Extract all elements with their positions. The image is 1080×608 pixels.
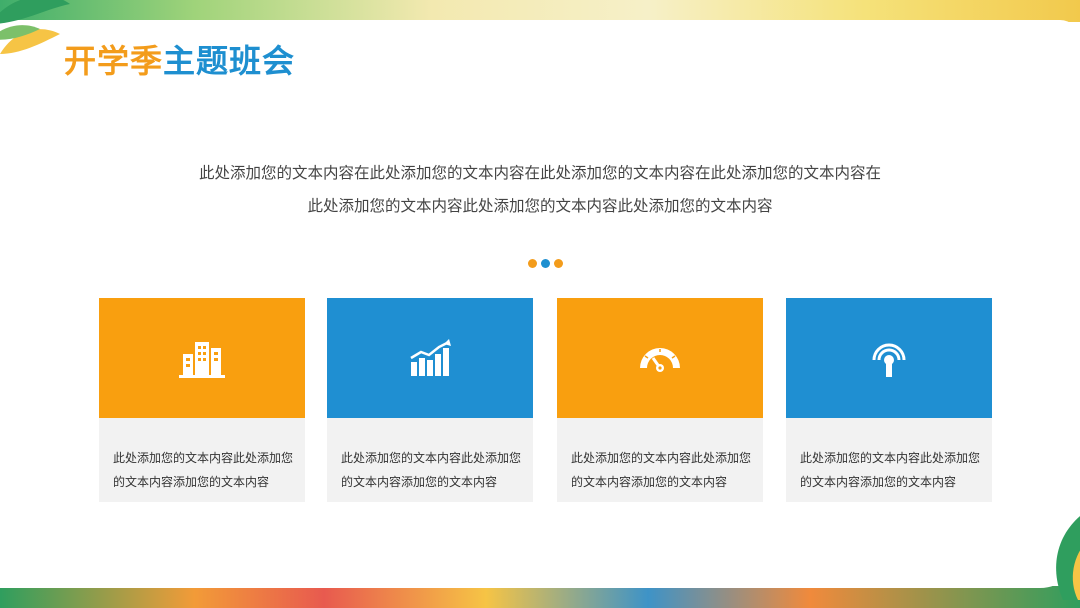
title-part-blue: 主题班会 bbox=[163, 42, 296, 80]
intro-line-1: 此处添加您的文本内容在此处添加您的文本内容在此处添加您的文本内容在此处添加您的文… bbox=[198, 164, 881, 182]
card-header-3 bbox=[557, 298, 763, 418]
signal-tower-icon bbox=[872, 343, 906, 377]
card-header-4 bbox=[786, 298, 992, 418]
dot-3 bbox=[554, 259, 563, 268]
top-decoration-band bbox=[0, 0, 1080, 22]
card-text-3: 此处添加您的文本内容此处添加您的文本内容添加您的文本内容 bbox=[571, 451, 752, 489]
dot-2 bbox=[541, 259, 550, 268]
card-text-1: 此处添加您的文本内容此处添加您的文本内容添加您的文本内容 bbox=[113, 451, 294, 489]
page-title: 开学季主题班会 bbox=[64, 36, 295, 82]
intro-line-2: 此处添加您的文本内容此处添加您的文本内容此处添加您的文本内容 bbox=[307, 197, 773, 215]
feature-card-1: 此处添加您的文本内容此处添加您的文本内容添加您的文本内容 bbox=[99, 298, 305, 502]
feature-card-3: 此处添加您的文本内容此处添加您的文本内容添加您的文本内容 bbox=[557, 298, 763, 502]
speedometer-icon bbox=[640, 348, 680, 372]
dot-1 bbox=[528, 259, 537, 268]
growth-chart-icon bbox=[410, 339, 451, 376]
card-text-2: 此处添加您的文本内容此处添加您的文本内容添加您的文本内容 bbox=[341, 451, 522, 489]
card-header-2 bbox=[327, 298, 533, 418]
leaf-corner-icon bbox=[1056, 516, 1080, 600]
bottom-decoration-band bbox=[0, 586, 1080, 608]
intro-text: 此处添加您的文本内容在此处添加您的文本内容在此处添加您的文本内容在此处添加您的文… bbox=[130, 157, 950, 223]
card-text-4: 此处添加您的文本内容此处添加您的文本内容添加您的文本内容 bbox=[800, 451, 981, 489]
feature-card-2: 此处添加您的文本内容此处添加您的文本内容添加您的文本内容 bbox=[327, 298, 533, 502]
buildings-icon bbox=[179, 342, 225, 378]
card-header-1 bbox=[99, 298, 305, 418]
divider-dots bbox=[528, 259, 564, 269]
feature-card-4: 此处添加您的文本内容此处添加您的文本内容添加您的文本内容 bbox=[786, 298, 992, 502]
title-part-orange: 开学季 bbox=[64, 42, 164, 80]
